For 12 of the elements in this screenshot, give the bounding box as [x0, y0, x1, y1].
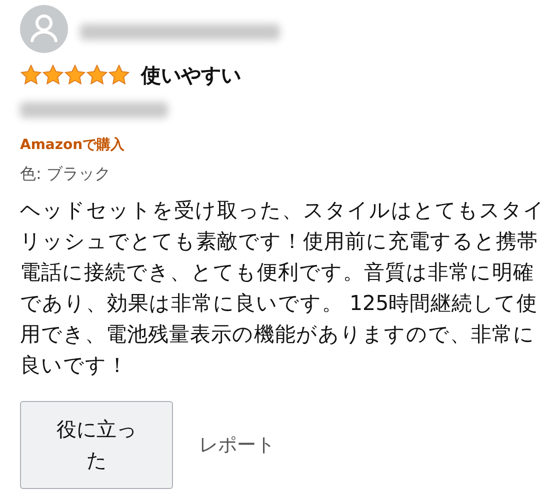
- star-icon: [20, 64, 42, 86]
- avatar-icon: [20, 5, 68, 53]
- variant-label: 色: ブラック: [20, 164, 112, 185]
- review-text: ヘッドセットを受け取った、スタイルはとてもスタイリッシュでとても素敵です！使用前に充電すると携帯電話に接続でき、とても便利です。音質は非常に明確であり、効果は非常に良いです。 125時間継続して使用でき、電池残量表示の機能がありますので、非常に良いです！: [20, 197, 545, 379]
- report-link[interactable]: レポート: [199, 432, 275, 458]
- review-title: 使いやすい: [141, 62, 241, 88]
- star-icon: [42, 64, 64, 86]
- star-icon: [64, 64, 86, 86]
- helpful-button[interactable]: 役に立った: [20, 401, 173, 489]
- star-icon: [86, 64, 108, 86]
- star-icon: [108, 64, 130, 86]
- verified-purchase-label: Amazonで購入: [20, 136, 126, 154]
